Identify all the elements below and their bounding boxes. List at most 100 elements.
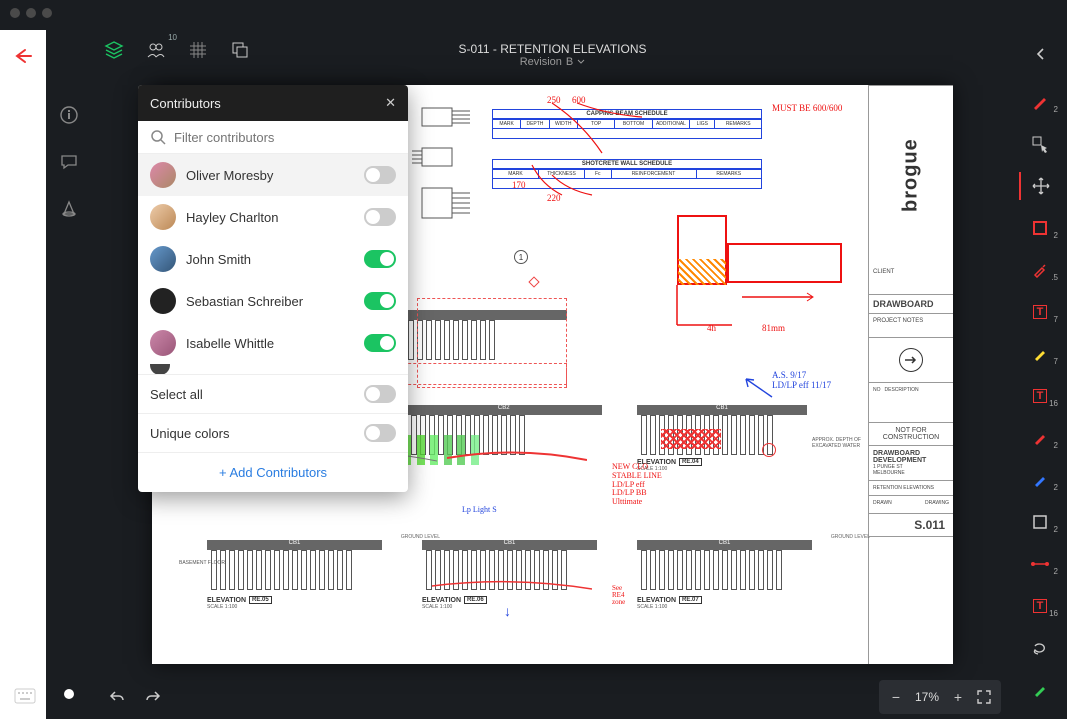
contributor-row[interactable]: Hayley Charlton bbox=[138, 196, 408, 238]
grid-icon[interactable] bbox=[184, 36, 212, 64]
project-notes-label: PROJECT NOTES bbox=[873, 318, 923, 324]
contributor-row[interactable]: John Smith bbox=[138, 238, 408, 280]
contributor-row[interactable]: Isabelle Whittle bbox=[138, 322, 408, 364]
title-block: brogue CLIENT DRAWBOARD PROJECT NOTES NO… bbox=[868, 85, 953, 664]
contributor-row-more[interactable] bbox=[138, 364, 408, 374]
text-tool-red-2[interactable]: T 16 bbox=[1020, 382, 1060, 410]
contributors-panel: Contributors ✕ Oliver Moresby Hayley Cha… bbox=[138, 85, 408, 492]
mid-toolbar: 10 bbox=[92, 30, 1013, 70]
minimize-dot[interactable] bbox=[26, 8, 36, 18]
lasso-tool[interactable] bbox=[1020, 634, 1060, 662]
stub-detail-top bbox=[412, 103, 472, 226]
contributor-name: Sebastian Schreiber bbox=[186, 294, 354, 309]
drawboard-label: DRAWBOARD bbox=[869, 295, 953, 314]
contributor-row[interactable]: Oliver Moresby bbox=[138, 154, 408, 196]
cone-icon[interactable] bbox=[60, 200, 78, 221]
ann-4h: 4h bbox=[707, 323, 716, 333]
ann-light: Lp Light S bbox=[462, 505, 497, 514]
elevation-re04: CB1 APPROX. DEPTH OF EXCAVATED WATER ELE… bbox=[637, 405, 807, 472]
rect-tool-red[interactable]: 2 bbox=[1020, 214, 1060, 242]
logo-text: brogue bbox=[900, 139, 923, 213]
search-icon bbox=[150, 129, 166, 145]
close-dot[interactable] bbox=[10, 8, 20, 18]
select-all-toggle[interactable] bbox=[364, 385, 396, 403]
rect-tool-2[interactable]: 2 bbox=[1020, 508, 1060, 536]
add-contributors-button[interactable]: + Add Contributors bbox=[138, 452, 408, 492]
dimension-tool[interactable]: 2 bbox=[1020, 550, 1060, 578]
filter-input[interactable] bbox=[174, 130, 396, 145]
cursor-select-tool[interactable] bbox=[1020, 130, 1060, 158]
red-hatch bbox=[678, 259, 726, 285]
toggle-switch[interactable] bbox=[364, 292, 396, 310]
zoom-in-button[interactable]: + bbox=[945, 684, 971, 710]
eyedropper-tool[interactable]: .5 bbox=[1020, 256, 1060, 284]
chevron-left-icon[interactable] bbox=[1020, 40, 1060, 68]
contributor-name: Hayley Charlton bbox=[186, 210, 354, 225]
zoom-dot[interactable] bbox=[42, 8, 52, 18]
pen-tool-red[interactable]: 2 bbox=[1020, 88, 1060, 116]
elevation-re05: GROUND LEVEL CB1 BASEMENT FLOOR ELEVATIO… bbox=[207, 540, 382, 610]
redo-button[interactable] bbox=[140, 684, 166, 710]
right-toolbar: 2 2 .5 T 7 7 T 16 2 bbox=[1013, 30, 1067, 719]
close-icon[interactable]: ✕ bbox=[385, 95, 396, 111]
left-toolbar bbox=[46, 30, 92, 719]
key-note-1: 1 bbox=[514, 250, 528, 264]
avatar bbox=[150, 288, 176, 314]
zoom-value: 17% bbox=[909, 690, 945, 704]
text-tool-red-3[interactable]: T 16 bbox=[1020, 592, 1060, 620]
red-leader-lines bbox=[522, 95, 642, 205]
red-dims bbox=[672, 285, 852, 345]
contributors-title: Contributors bbox=[150, 96, 221, 111]
project-address: 1 PUNGE ST MELBOURNE bbox=[873, 464, 949, 476]
ann-must-be: MUST BE 600/600 bbox=[772, 103, 842, 113]
ann-new-clo: NEW CLO STABLE LINE LD/LP eff LD/LP BB U… bbox=[612, 463, 662, 507]
ann-as: A.S. 9/17 LD/LP eff 11/17 bbox=[772, 370, 831, 390]
undo-button[interactable] bbox=[104, 684, 130, 710]
pen-tool-blue[interactable]: 2 bbox=[1020, 466, 1060, 494]
project-name: DRAWBOARD DEVELOPMENT bbox=[873, 450, 949, 464]
bottom-bar: − 17% + bbox=[92, 675, 1013, 719]
avatar bbox=[150, 330, 176, 356]
avatar bbox=[150, 162, 176, 188]
unique-colors-toggle[interactable] bbox=[364, 424, 396, 442]
back-button[interactable] bbox=[13, 48, 33, 719]
contributors-icon[interactable]: 10 bbox=[142, 36, 170, 64]
toggle-switch[interactable] bbox=[364, 250, 396, 268]
pen-tool-green[interactable] bbox=[1020, 676, 1060, 704]
toggle-switch[interactable] bbox=[364, 208, 396, 226]
chat-icon[interactable] bbox=[60, 153, 78, 174]
red-circle-mark bbox=[762, 443, 776, 457]
not-for-construction: NOT FOR CONSTRUCTION bbox=[869, 423, 953, 446]
back-column bbox=[0, 30, 46, 719]
contributor-name: Oliver Moresby bbox=[186, 168, 354, 183]
elevation-re07: GROUND LEVEL CB1 ELEVATION RE.07 SCALE 1… bbox=[637, 540, 812, 610]
compare-icon[interactable] bbox=[226, 36, 254, 64]
zoom-out-button[interactable]: − bbox=[883, 684, 909, 710]
contributor-name: John Smith bbox=[186, 252, 354, 267]
text-tool-red[interactable]: T 7 bbox=[1020, 298, 1060, 326]
blue-arrow bbox=[742, 375, 776, 405]
contributor-row[interactable]: Sebastian Schreiber bbox=[138, 280, 408, 322]
select-all-label: Select all bbox=[150, 387, 203, 402]
client-label: CLIENT bbox=[873, 269, 894, 275]
avatar bbox=[150, 246, 176, 272]
arrow-circle-icon bbox=[899, 348, 923, 372]
pen-tool-red-2[interactable]: 2 bbox=[1020, 424, 1060, 452]
info-icon[interactable] bbox=[60, 106, 78, 127]
unique-colors-label: Unique colors bbox=[150, 426, 230, 441]
keyboard-icon[interactable] bbox=[14, 688, 36, 707]
fit-screen-button[interactable] bbox=[971, 684, 997, 710]
sheet-no: S.011 bbox=[869, 514, 953, 537]
highlighter-tool[interactable]: 7 bbox=[1020, 340, 1060, 368]
red-section-horz bbox=[727, 243, 842, 283]
window-controls bbox=[10, 8, 52, 18]
toggle-switch[interactable] bbox=[364, 334, 396, 352]
toggle-switch[interactable] bbox=[364, 166, 396, 184]
layers-icon[interactable] bbox=[100, 36, 128, 64]
sheet-title: RETENTION ELEVATIONS bbox=[869, 481, 953, 496]
blue-arrow-down: ↓ bbox=[504, 605, 511, 621]
red-diamond bbox=[528, 276, 539, 287]
move-tool[interactable] bbox=[1019, 172, 1059, 200]
contributors-badge: 10 bbox=[168, 33, 177, 42]
main-area: 10 S-011 - RETENTION ELEVATIONS Revision… bbox=[92, 30, 1013, 719]
